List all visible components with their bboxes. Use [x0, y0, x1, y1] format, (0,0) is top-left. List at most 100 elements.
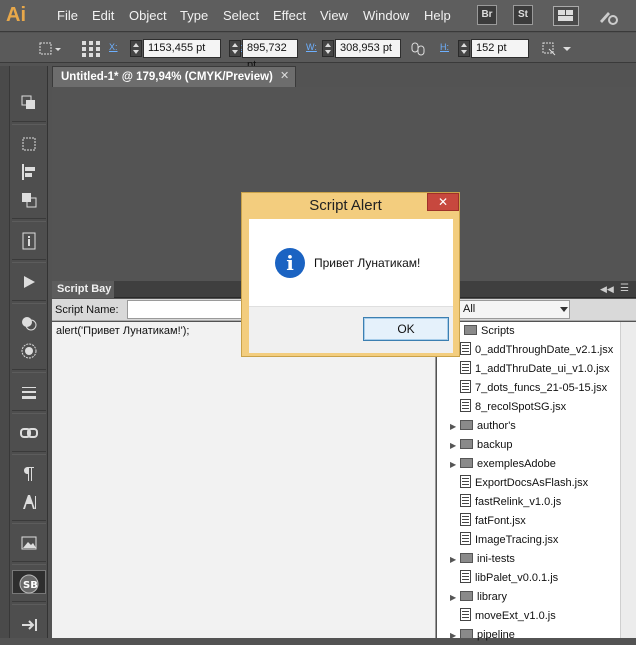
tree-file-item[interactable]: 8_recolSpotSG.jsx — [440, 398, 566, 417]
transform-options-icon[interactable] — [540, 40, 574, 58]
stock-button[interactable]: St — [513, 5, 533, 25]
link-icon[interactable] — [410, 40, 426, 58]
transform-tool-icon[interactable] — [12, 131, 46, 155]
menu-select[interactable]: Select — [223, 8, 259, 23]
tree-file-item[interactable]: 0_addThroughDate_v2.1.jsx — [440, 341, 613, 360]
tools-divider — [12, 218, 46, 222]
tree-item-label: ini-tests — [477, 553, 515, 565]
expand-right-icon[interactable]: ▶ — [450, 626, 460, 645]
collapse-panel-icon[interactable]: ◀◀ — [600, 284, 614, 295]
arrange-icon[interactable] — [12, 90, 46, 114]
folder-icon — [460, 439, 473, 449]
script-file-icon — [460, 475, 471, 488]
folder-icon — [460, 420, 473, 430]
tree-folder-item[interactable]: ▶ ini-tests — [440, 550, 515, 569]
tree-file-item[interactable]: moveExt_v1.0.js — [440, 607, 556, 626]
tree-item-label: ExportDocsAsFlash.jsx — [475, 477, 589, 489]
script-file-icon — [460, 608, 471, 621]
character-icon[interactable] — [12, 489, 46, 513]
dialog-close-button[interactable]: ✕ — [427, 193, 459, 211]
appearance-icon[interactable] — [12, 310, 46, 334]
tree-item-label: 1_addThruDate_ui_v1.0.jsx — [475, 363, 610, 375]
tree-folder-item[interactable]: ▶ backup — [440, 436, 512, 455]
menu-file[interactable]: File — [57, 8, 78, 23]
x-field[interactable]: 1153,455 pt — [143, 39, 221, 58]
menu-view[interactable]: View — [320, 8, 348, 23]
menu-help[interactable]: Help — [424, 8, 451, 23]
arrange-documents-button[interactable] — [553, 6, 579, 26]
chevron-down-icon[interactable] — [560, 307, 568, 312]
tools-divider — [12, 369, 46, 373]
panel-menu-icon[interactable]: ☰ — [620, 283, 629, 294]
grid-icon — [558, 10, 573, 21]
folder-icon — [460, 458, 473, 468]
script-bay-icon[interactable]: SB — [12, 570, 46, 594]
pathfinder-icon[interactable] — [12, 187, 46, 211]
y-field[interactable]: 895,732 pt — [242, 39, 298, 71]
tools-divider — [12, 520, 46, 524]
tree-item-label: ImageTracing.jsx — [475, 534, 559, 546]
tree-file-item[interactable]: fatFont.jsx — [440, 512, 526, 531]
expand-right-icon[interactable]: ▶ — [450, 436, 460, 455]
color-icon[interactable] — [12, 338, 46, 362]
transform-icon[interactable] — [35, 40, 63, 58]
folder-icon — [460, 591, 473, 601]
w-stepper[interactable] — [322, 40, 334, 57]
document-info-icon[interactable] — [12, 228, 46, 252]
export-arrow-icon[interactable] — [12, 612, 46, 636]
expand-right-icon[interactable]: ▶ — [450, 550, 460, 569]
tree-folder-item[interactable]: ▶ pipeline — [440, 626, 515, 645]
tools-divider — [12, 121, 46, 125]
tree-scrollbar[interactable] — [620, 322, 636, 638]
script-file-icon — [460, 361, 471, 374]
w-field[interactable]: 308,953 pt — [335, 39, 401, 58]
tree-item-label: backup — [477, 439, 513, 451]
script-bay-tab[interactable]: Script Bay — [52, 281, 114, 298]
script-file-icon — [460, 513, 471, 526]
menu-object[interactable]: Object — [129, 8, 167, 23]
sync-icon[interactable] — [597, 7, 619, 27]
script-name-input[interactable] — [127, 300, 247, 319]
tree-file-item[interactable]: 7_dots_funcs_21-05-15.jsx — [440, 379, 607, 398]
tree-file-item[interactable]: 1_addThruDate_ui_v1.0.jsx — [440, 360, 610, 379]
tree-file-item[interactable]: ExportDocsAsFlash.jsx — [440, 474, 588, 493]
tools-divider — [12, 259, 46, 263]
expand-right-icon[interactable]: ▶ — [450, 455, 460, 474]
ok-button[interactable]: OK — [363, 317, 449, 341]
paragraph-icon[interactable] — [12, 461, 46, 485]
h-field[interactable]: 152 pt — [471, 39, 529, 58]
image-trace-icon[interactable] — [12, 530, 46, 554]
tree-item-label: 7_dots_funcs_21-05-15.jsx — [475, 382, 608, 394]
tree-folder-item[interactable]: ▶ library — [440, 588, 507, 607]
tree-item-label: fatFont.jsx — [475, 515, 526, 527]
tree-file-item[interactable]: libPalet_v0.0.1.js — [440, 569, 558, 588]
menu-window[interactable]: Window — [363, 8, 409, 23]
menu-edit[interactable]: Edit — [92, 8, 114, 23]
script-editor[interactable] — [52, 322, 436, 638]
tree-file-item[interactable]: ImageTracing.jsx — [440, 531, 558, 550]
script-filter-dropdown[interactable]: All — [458, 300, 570, 319]
x-stepper[interactable] — [130, 40, 142, 57]
script-code[interactable]: alert('Привет Лунатикам!'); — [56, 325, 189, 337]
menu-effect[interactable]: Effect — [273, 8, 306, 23]
play-action-icon[interactable] — [12, 269, 46, 293]
tree-file-item[interactable]: fastRelink_v1.0.js — [440, 493, 561, 512]
expand-right-icon[interactable]: ▶ — [450, 417, 460, 436]
document-tab[interactable]: Untitled-1* @ 179,94% (CMYK/Preview) — [52, 66, 296, 87]
links-icon[interactable] — [12, 420, 46, 444]
tools-divider — [12, 300, 46, 304]
h-stepper[interactable] — [458, 40, 470, 57]
tools-divider — [12, 410, 46, 414]
tree-folder-item[interactable]: ▶ author's — [440, 417, 516, 436]
align-icon[interactable] — [12, 159, 46, 183]
tools-divider — [12, 601, 46, 605]
tree-folder-item[interactable]: ▶ exemplesAdobe — [440, 455, 556, 474]
menu-type[interactable]: Type — [180, 8, 208, 23]
reference-point-icon[interactable] — [80, 39, 102, 59]
y-stepper[interactable] — [229, 40, 241, 57]
stroke-icon[interactable] — [12, 379, 46, 403]
app-logo: Ai — [6, 4, 26, 26]
expand-right-icon[interactable]: ▶ — [450, 588, 460, 607]
bridge-button[interactable]: Br — [477, 5, 497, 25]
document-close-icon[interactable]: ✕ — [280, 69, 289, 82]
